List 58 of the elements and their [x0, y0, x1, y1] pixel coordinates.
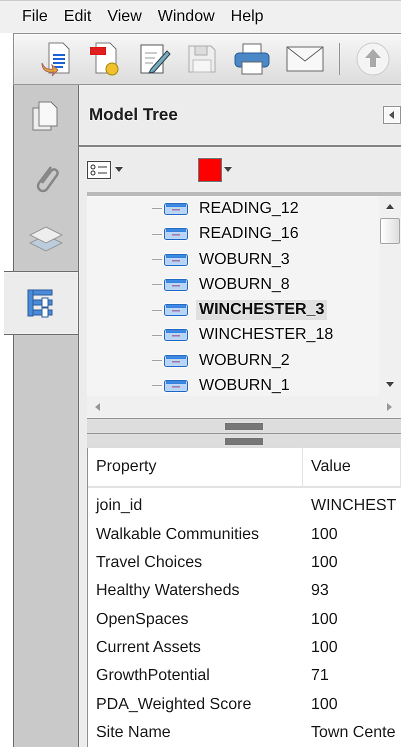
- table-cell-text: 71: [310, 667, 330, 686]
- node-icon: [164, 254, 188, 266]
- tree-item[interactable]: WOBURN_2: [196, 350, 293, 371]
- table-cell-text: 100: [310, 638, 339, 657]
- tree-item[interactable]: READING_16: [196, 224, 302, 244]
- color-swatch[interactable]: [198, 158, 222, 182]
- options-icon[interactable]: [87, 160, 111, 179]
- tree-item[interactable]: WINCHESTER_18: [196, 325, 336, 346]
- table-cell-text: OpenSpaces: [95, 610, 190, 629]
- column-header[interactable]: Property: [88, 448, 303, 486]
- collapse-icon[interactable]: [383, 106, 401, 124]
- table-cell-text: Current Assets: [95, 638, 202, 657]
- node-icon: [164, 228, 188, 240]
- splitter-handle[interactable]: [225, 438, 263, 445]
- tree-item[interactable]: WINCHESTER_3: [196, 300, 328, 320]
- menu-item[interactable]: Edit: [58, 8, 100, 26]
- table-cell-text: Site Name: [95, 724, 172, 742]
- table-cell-text: 100: [310, 696, 339, 714]
- table-cell-text: WINCHEST: [310, 497, 398, 516]
- table-cell-text: 93: [310, 582, 330, 600]
- scroll-right-icon[interactable]: [387, 403, 393, 412]
- dropdown-arrow-icon[interactable]: [224, 166, 232, 173]
- node-icon: [164, 329, 188, 342]
- side-tab[interactable]: [4, 271, 78, 336]
- node-icon: [164, 304, 188, 316]
- menu-item[interactable]: Help: [224, 8, 272, 26]
- splitter-handle[interactable]: [225, 422, 263, 430]
- node-icon: [164, 278, 188, 291]
- scroll-thumb[interactable]: [380, 218, 400, 244]
- email-icon[interactable]: [286, 46, 324, 72]
- tree-item[interactable]: READING_12: [196, 198, 302, 219]
- scroll-down-icon[interactable]: [386, 382, 394, 388]
- scroll-up-icon[interactable]: [386, 204, 394, 210]
- menu-item[interactable]: Window: [152, 8, 223, 26]
- tree-item[interactable]: WOBURN_1: [196, 376, 293, 396]
- table-cell-text: 100: [310, 526, 339, 544]
- table-cell-text: Walkable Communities: [95, 526, 260, 544]
- node-icon: [164, 202, 188, 215]
- dropdown-arrow-icon[interactable]: [115, 166, 123, 173]
- panel-title: Model Tree: [89, 105, 178, 126]
- node-icon: [164, 354, 188, 367]
- menu-item[interactable]: View: [101, 8, 150, 26]
- print-icon[interactable]: [233, 42, 271, 76]
- table-cell-text: PDA_Weighted Score: [95, 696, 252, 714]
- table-cell-text: Healthy Watersheds: [95, 582, 240, 600]
- table-cell-text: Travel Choices: [95, 554, 204, 572]
- table-cell-text: 100: [310, 610, 339, 629]
- save-icon[interactable]: [186, 43, 218, 76]
- tree-item[interactable]: WOBURN_8: [196, 274, 293, 295]
- table-cell-text: join_id: [94, 497, 144, 516]
- tree-item[interactable]: WOBURN_3: [196, 250, 293, 270]
- column-header[interactable]: Value: [303, 448, 401, 486]
- menu-item[interactable]: File: [16, 8, 56, 26]
- node-icon: [164, 380, 188, 392]
- scroll-left-icon[interactable]: [95, 403, 101, 412]
- table-cell-text: 100: [310, 554, 339, 572]
- table-cell-text: GrowthPotential: [95, 667, 211, 686]
- table-cell-text: Town Cente: [310, 724, 396, 742]
